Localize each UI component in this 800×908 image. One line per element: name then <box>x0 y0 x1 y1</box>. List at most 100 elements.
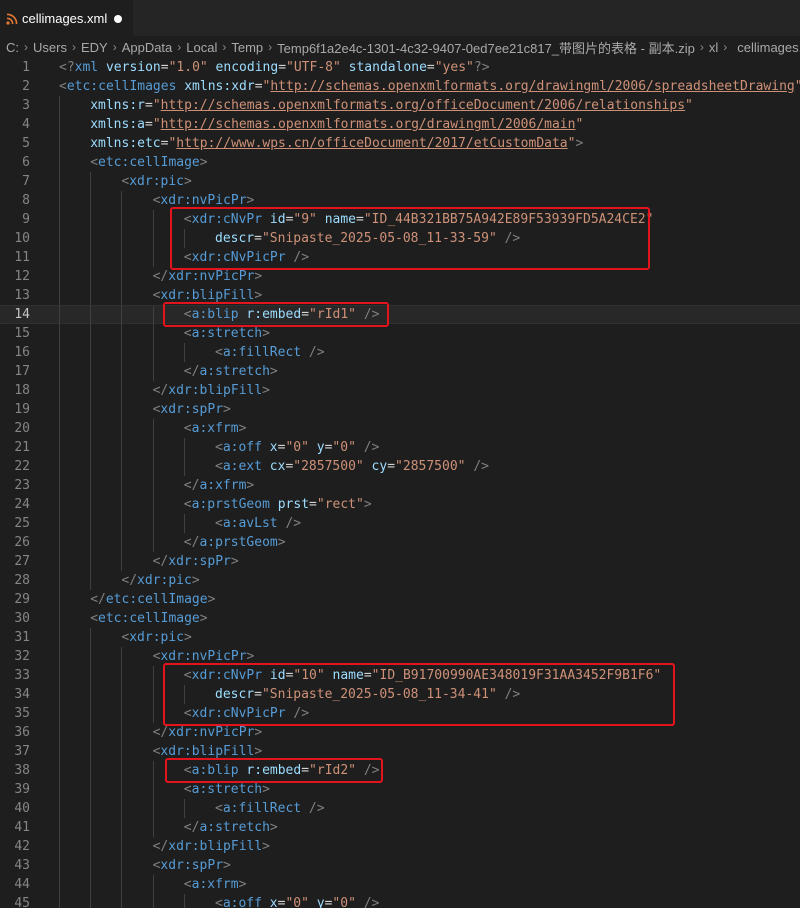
code-token: = <box>144 98 153 113</box>
line-number: 26 <box>14 535 30 550</box>
code-token: xdr:spPr <box>160 402 224 417</box>
code-line[interactable]: 16 <a:fillRect /> <box>0 343 800 362</box>
code-line[interactable]: 7 <xdr:pic> <box>0 172 800 191</box>
code-line[interactable]: 22 <a:ext cx="2857500" cy="2857500" /> <box>0 457 800 476</box>
code-token: > <box>575 136 584 151</box>
code-token: " <box>152 98 161 113</box>
indent-guide <box>59 856 60 875</box>
code-line[interactable]: 23 </a:xfrm> <box>0 476 800 495</box>
code-line[interactable]: 28 </xdr:pic> <box>0 571 800 590</box>
code-line[interactable]: 20 <a:xfrm> <box>0 419 800 438</box>
code-token: a:fillRect <box>222 801 302 816</box>
code-line[interactable]: 14 <a:blip r:embed="rId1" /> <box>0 305 800 325</box>
line-number: 31 <box>14 630 30 645</box>
code-text: <etc:cellImage> <box>90 153 207 172</box>
indent-guide <box>121 780 123 799</box>
breadcrumb-item[interactable]: Local <box>186 40 217 55</box>
indent-guide <box>121 191 123 210</box>
code-line[interactable]: 13 <xdr:blipFill> <box>0 286 800 305</box>
code-line[interactable]: 44 <a:xfrm> <box>0 875 800 894</box>
code-line[interactable]: 3 xmlns:r="http://schemas.openxmlformats.… <box>0 96 800 115</box>
tab-cellimages[interactable]: cellimages.xml <box>0 0 133 36</box>
breadcrumb-item[interactable]: Temp <box>231 40 263 55</box>
line-number: 15 <box>14 326 30 341</box>
breadcrumb-item[interactable]: C: <box>6 40 19 55</box>
code-token: > <box>254 725 263 740</box>
code-line[interactable]: 5 xmlns:etc="http://www.wps.cn/officeDocu… <box>0 134 800 153</box>
tab-label: cellimages.xml <box>22 11 108 26</box>
code-line[interactable]: 2 <etc:cellImages xmlns:xdr= "http://schem… <box>0 77 800 96</box>
line-number: 16 <box>14 345 30 360</box>
code-line[interactable]: 29 </etc:cellImage> <box>0 590 800 609</box>
code-token: a:stretch <box>191 782 263 797</box>
code-token: </ <box>183 820 200 835</box>
line-number: 13 <box>14 288 30 303</box>
code-text: <etc:cellImages xmlns:xdr= "http://schema… <box>59 77 800 96</box>
breadcrumb-item[interactable]: Temp6f1a2e4c-1301-4c32-9407-0ed7ee21c817… <box>277 38 695 57</box>
breadcrumb-item[interactable]: xl <box>709 40 718 55</box>
code-line[interactable]: 41 </a:stretch> <box>0 818 800 837</box>
indent-guide <box>59 381 60 400</box>
indent-guide <box>121 267 123 286</box>
code-line[interactable]: 19 <xdr:spPr> <box>0 400 800 419</box>
code-line[interactable]: 27 </xdr:spPr> <box>0 552 800 571</box>
indent-guide <box>90 723 92 742</box>
indent-guide <box>183 799 185 818</box>
code-token: /> <box>355 896 380 908</box>
breadcrumb-item[interactable]: Users <box>33 40 67 55</box>
code-token: > <box>246 649 255 664</box>
indent-guide <box>90 476 92 495</box>
code-line[interactable]: 30 <etc:cellImage> <box>0 609 800 628</box>
code-line[interactable]: 26 </a:prstGeom> <box>0 533 800 552</box>
line-number: 4 <box>22 117 30 132</box>
indent-guide <box>152 343 154 362</box>
code-token: xdr:nvPicPr <box>160 649 247 664</box>
code-token: ?> <box>473 60 490 75</box>
code-line[interactable]: 18 </xdr:blipFill> <box>0 381 800 400</box>
indent-guide <box>59 229 60 248</box>
breadcrumb-item[interactable]: EDY <box>81 40 108 55</box>
code-line[interactable]: 38 <a:blip r:embed="rId2" /> <box>0 761 800 780</box>
breadcrumb-item[interactable]: cellimages.xml <box>737 40 800 55</box>
code-token: "0" <box>332 896 356 908</box>
line-number: 40 <box>14 801 30 816</box>
code-editor[interactable]: 1 <?xml version="1.0" encoding="UTF-8" st… <box>0 58 800 908</box>
unsaved-dot-icon[interactable] <box>114 15 122 23</box>
code-line[interactable]: 17 </a:stretch> <box>0 362 800 381</box>
code-token: > <box>223 858 231 873</box>
code-line[interactable]: 15 <a:stretch> <box>0 324 800 343</box>
code-text: <a:fillRect /> <box>215 343 325 362</box>
code-line[interactable]: 40 <a:fillRect /> <box>0 799 800 818</box>
indent-guide <box>121 306 123 325</box>
code-line[interactable]: 1 <?xml version="1.0" encoding="UTF-8" st… <box>0 58 800 77</box>
code-line[interactable]: 37 <xdr:blipFill> <box>0 742 800 761</box>
indent-guide <box>121 742 123 761</box>
code-line[interactable]: 31 <xdr:pic> <box>0 628 800 647</box>
indent-guide <box>183 343 185 362</box>
code-token: > <box>262 326 270 341</box>
code-token: = <box>254 79 263 94</box>
code-token: < <box>215 345 223 360</box>
code-line[interactable]: 43 <xdr:spPr> <box>0 856 800 875</box>
code-line[interactable]: 6 <etc:cellImage> <box>0 153 800 172</box>
indent-guide <box>90 400 92 419</box>
line-number: 37 <box>14 744 30 759</box>
code-token: "0" <box>285 440 309 455</box>
indent-guide <box>121 761 123 780</box>
code-line[interactable]: 24 <a:prstGeom prst="rect"> <box>0 495 800 514</box>
code-line[interactable]: 45 <a:off x="0" y="0" /> <box>0 894 800 908</box>
code-text: xmlns:a="http://schemas.openxmlformats.o… <box>90 115 583 134</box>
code-line[interactable]: 39 <a:stretch> <box>0 780 800 799</box>
code-text: <xdr:spPr> <box>153 400 231 419</box>
indent-guide <box>90 324 92 343</box>
code-line[interactable]: 4 xmlns:a="http://schemas.openxmlformats.… <box>0 115 800 134</box>
indent-guide <box>152 210 154 229</box>
code-line[interactable]: 42 </xdr:blipFill> <box>0 837 800 856</box>
code-line[interactable]: 21 <a:off x="0" y="0" /> <box>0 438 800 457</box>
breadcrumb-item[interactable]: AppData <box>122 40 173 55</box>
code-text: <a:off x="0" y="0" /> <box>215 438 379 457</box>
code-text: </xdr:pic> <box>121 571 199 590</box>
code-token: = <box>278 60 287 75</box>
code-token: a:stretch <box>199 820 270 835</box>
code-line[interactable]: 25 <a:avLst /> <box>0 514 800 533</box>
